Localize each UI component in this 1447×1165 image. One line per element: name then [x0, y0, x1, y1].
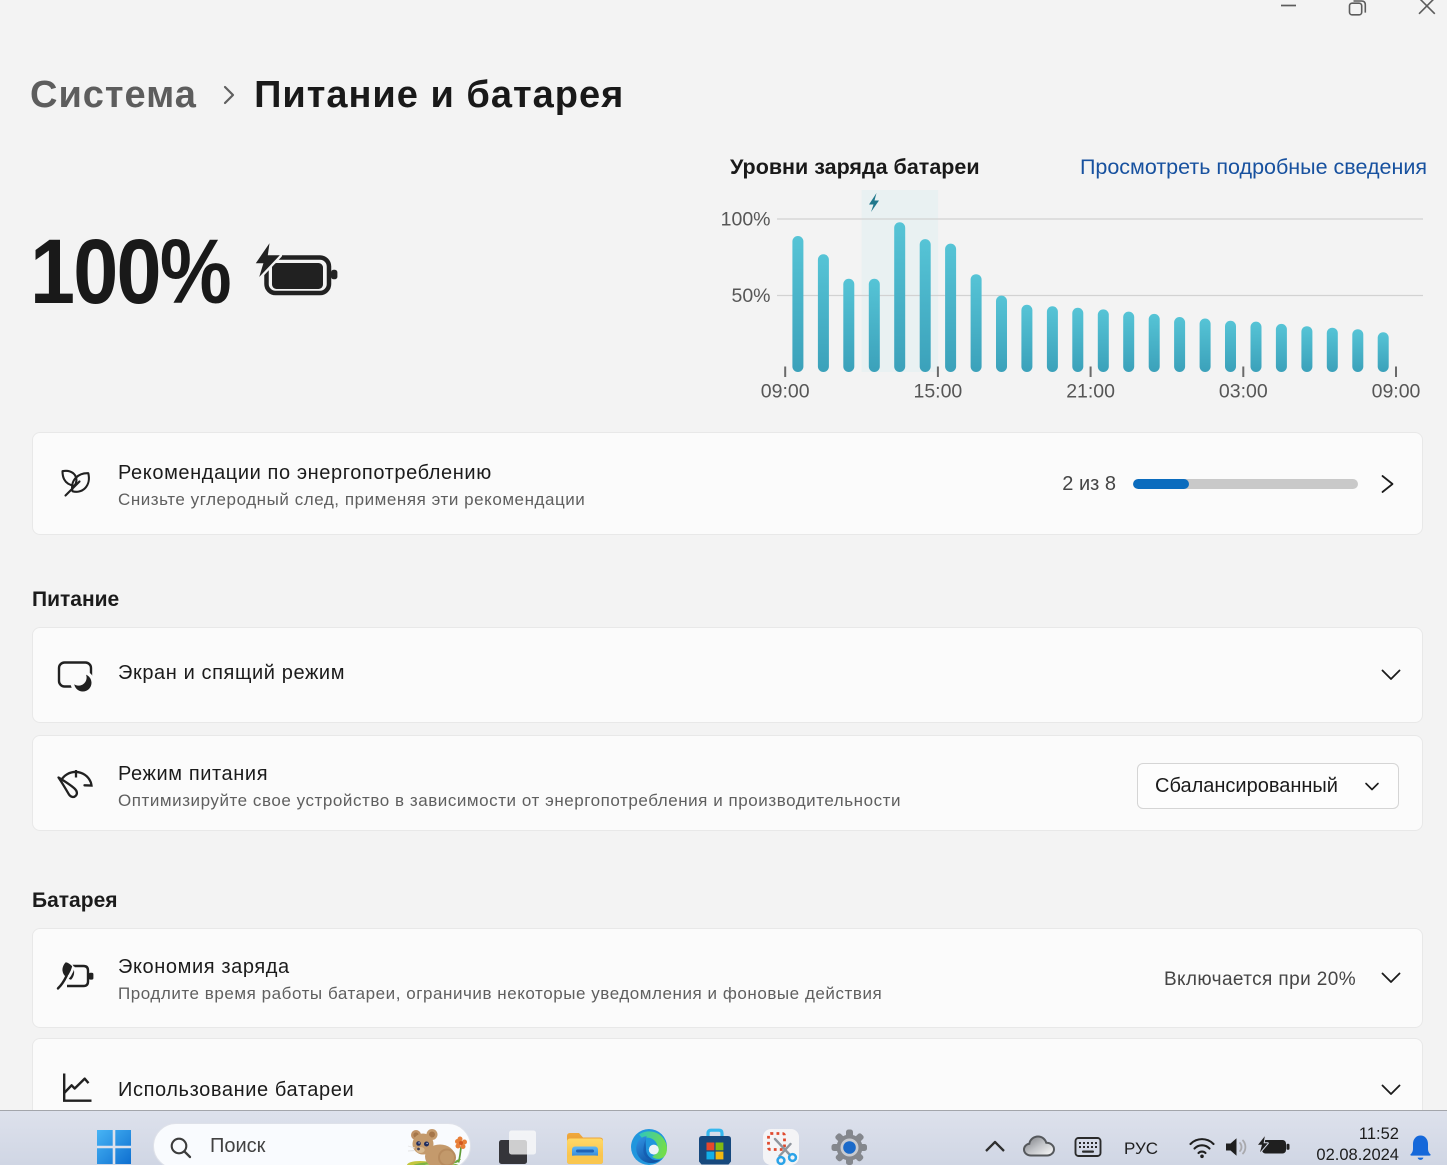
svg-text:50%: 50%: [731, 285, 770, 307]
svg-text:09:00: 09:00: [761, 381, 810, 403]
svg-text:09:00: 09:00: [1372, 381, 1421, 403]
svg-text:03:00: 03:00: [1219, 381, 1268, 403]
svg-text:100%: 100%: [721, 209, 771, 231]
svg-text:21:00: 21:00: [1066, 381, 1115, 403]
svg-text:15:00: 15:00: [913, 381, 962, 403]
